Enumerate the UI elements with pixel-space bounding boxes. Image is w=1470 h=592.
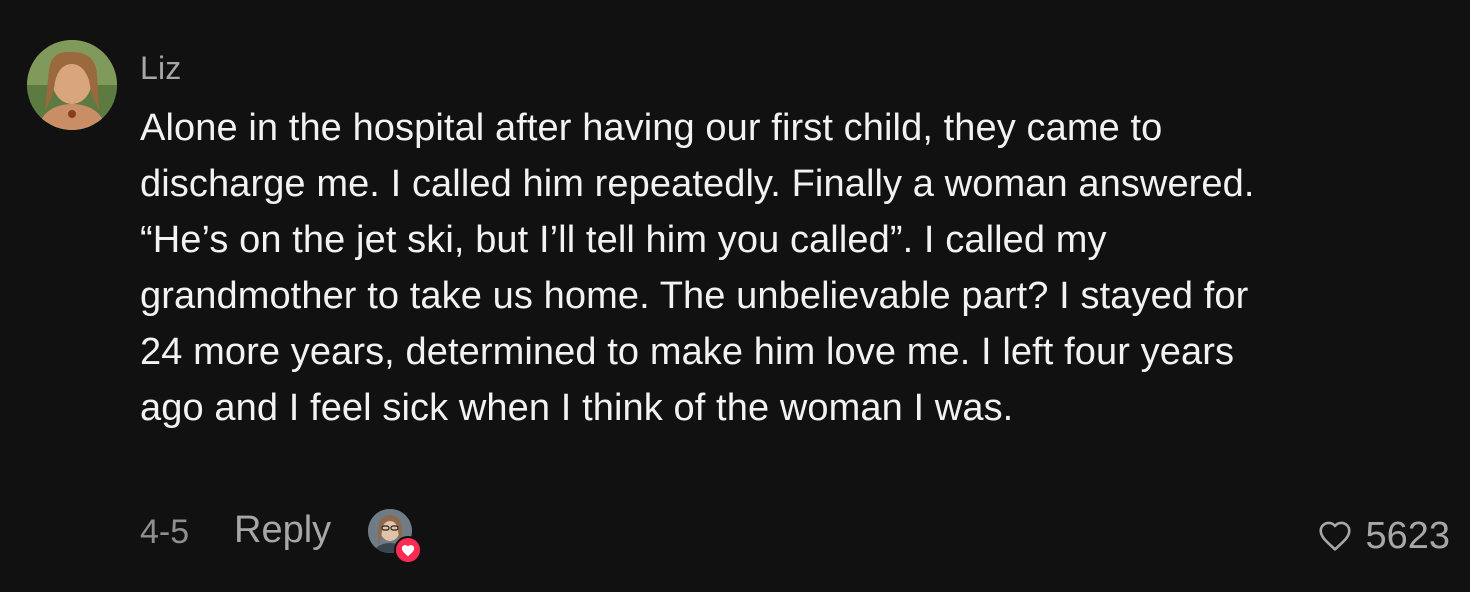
like-count: 5623 [1365,515,1450,557]
username[interactable]: Liz [140,48,182,88]
heart-outline-icon [1319,521,1352,551]
like-button[interactable]: 5623 [1317,514,1450,558]
comment-item: Liz Alone in the hospital after having o… [0,0,1470,592]
reply-button[interactable]: Reply [234,508,331,552]
creator-liked-indicator [368,509,422,564]
comment-date: 4-5 [140,513,190,551]
comment-text: Alone in the hospital after having our f… [140,107,1255,429]
avatar[interactable] [27,40,117,130]
heart-icon [394,536,422,564]
